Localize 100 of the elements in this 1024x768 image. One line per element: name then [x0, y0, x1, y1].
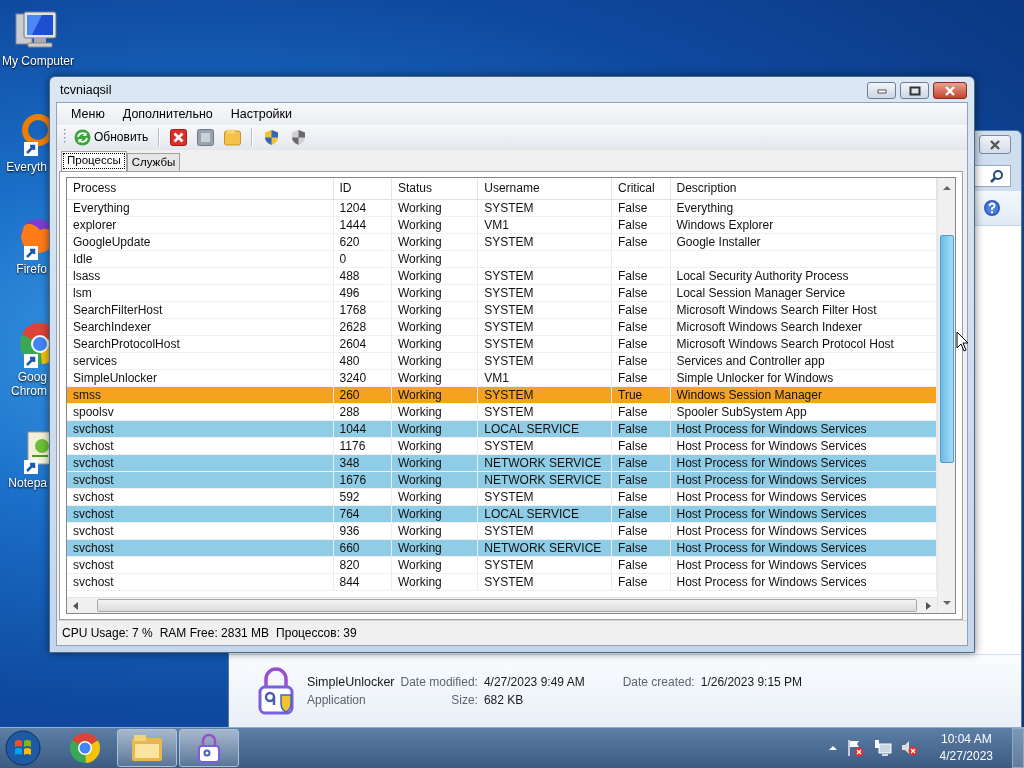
table-cell: NETWORK SERVICE [478, 539, 612, 557]
close-button[interactable] [933, 82, 967, 99]
desktop-icon-label[interactable]: Firefo [0, 262, 47, 276]
status-text: RAM Free: 2831 MB [159, 626, 270, 640]
help-icon[interactable] [983, 199, 1001, 217]
volume-icon[interactable] [900, 739, 919, 757]
table-cell: Working [392, 284, 479, 302]
table-cell: Services and Controller app [670, 352, 937, 370]
table-cell: 480 [333, 352, 392, 370]
table-cell: Working [392, 250, 479, 268]
refresh-button[interactable]: Обновить [72, 128, 151, 146]
table-cell: Host Process for Windows Services [670, 539, 937, 557]
scroll-down-icon[interactable] [941, 599, 952, 608]
table-cell: False [612, 318, 671, 336]
search-field[interactable] [973, 165, 1011, 187]
table-cell: 348 [333, 454, 392, 472]
detail-label: Date created: [621, 675, 695, 689]
table-cell: svchost [67, 573, 334, 591]
table-cell: svchost [67, 539, 334, 557]
close-button[interactable] [979, 135, 1011, 154]
flag-icon[interactable] [846, 739, 865, 757]
delete-icon[interactable] [170, 128, 188, 146]
desktop-icon-label[interactable]: Chrom [0, 384, 47, 398]
column-header[interactable]: ID [333, 177, 392, 199]
desktop-icon-label[interactable]: Notepa [0, 476, 47, 490]
table-cell: 936 [333, 522, 392, 540]
menu-item[interactable]: Дополнительно [116, 104, 219, 123]
maximize-button[interactable] [900, 82, 929, 99]
table-cell: SYSTEM [478, 267, 612, 285]
table-cell: Everything [670, 199, 937, 217]
table-cell: SearchIndexer [67, 318, 334, 336]
table-cell: Host Process for Windows Services [670, 573, 937, 591]
table-cell: 2604 [333, 335, 392, 353]
table-cell: False [612, 216, 671, 234]
file-type: Application [307, 693, 367, 707]
column-header[interactable]: Process [67, 177, 334, 199]
table-cell: LOCAL SERVICE [478, 505, 612, 523]
horizontal-scrollbar[interactable] [67, 597, 937, 614]
start-button[interactable] [5, 730, 41, 766]
table-cell: Windows Session Manager [670, 386, 937, 404]
table-cell: svchost [67, 437, 334, 455]
table-cell: 0 [333, 250, 392, 268]
tab[interactable]: Службы [126, 152, 181, 171]
desktop-icon-label[interactable]: Goog [0, 370, 47, 384]
table-cell: SYSTEM [478, 199, 612, 217]
table-cell: Working [392, 301, 479, 319]
folder-icon [131, 734, 163, 762]
table-cell: False [612, 369, 671, 387]
table-cell: False [612, 488, 671, 506]
table-cell: spoolsv [67, 403, 334, 421]
column-header[interactable]: Critical [612, 177, 671, 199]
menu-item[interactable]: Меню [65, 104, 111, 123]
table-cell: lsm [67, 284, 334, 302]
table-cell: Working [392, 556, 479, 574]
column-header[interactable]: Username [478, 177, 612, 199]
status-text: CPU Usage: 7 % [62, 626, 153, 640]
table-cell: SYSTEM [478, 301, 612, 319]
table-cell: smss [67, 386, 334, 404]
table-cell: Working [392, 420, 479, 438]
shield-icon[interactable] [290, 128, 308, 146]
network-icon[interactable] [873, 739, 892, 757]
table-cell: explorer [67, 216, 334, 234]
table-cell: False [612, 471, 671, 489]
table-cell: Working [392, 505, 479, 523]
taskbar-button[interactable] [179, 729, 239, 767]
scroll-right-icon[interactable] [925, 601, 931, 610]
shield-icon[interactable] [263, 128, 281, 146]
table-cell: False [612, 267, 671, 285]
scroll-left-icon[interactable] [73, 601, 79, 610]
table-cell: Working [392, 386, 479, 404]
clock-time[interactable]: 10:04 AM [940, 731, 992, 748]
table-cell: Working [392, 216, 479, 234]
table-cell: 844 [333, 573, 392, 591]
table-cell: Microsoft Windows Search Filter Host [670, 301, 937, 319]
table-cell: Simple Unlocker for Windows [670, 369, 937, 387]
table-cell: VM1 [478, 216, 612, 234]
table-cell: SYSTEM [478, 318, 612, 336]
table-cell: Spooler SubSystem App [670, 403, 937, 421]
desktop-icon-label[interactable]: My Computer [0, 54, 75, 68]
table-cell: 620 [333, 233, 392, 251]
table-cell: Working [392, 539, 479, 557]
detail-label: Date modified: [400, 675, 478, 689]
table-cell: 3240 [333, 369, 392, 387]
tab[interactable]: Процессы [61, 150, 127, 171]
stop-icon[interactable] [197, 128, 215, 146]
minimize-button[interactable] [867, 82, 896, 99]
lock-icon [197, 733, 221, 763]
show-hidden-icons-icon[interactable] [827, 745, 838, 751]
desktop-icon-label[interactable]: Everyth [0, 160, 47, 174]
table-cell: SYSTEM [478, 335, 612, 353]
clock-date[interactable]: 4/27/2023 [939, 748, 993, 765]
table-cell: False [612, 505, 671, 523]
table-cell: 1204 [333, 199, 392, 217]
browser-icon[interactable] [69, 732, 101, 764]
table-cell: SYSTEM [478, 522, 612, 540]
vertical-scrollbar[interactable] [937, 177, 955, 614]
menu-item[interactable]: Настройки [224, 104, 299, 123]
column-header[interactable]: Status [392, 177, 479, 199]
taskbar-button[interactable] [117, 729, 177, 767]
table-cell: Host Process for Windows Services [670, 437, 937, 455]
